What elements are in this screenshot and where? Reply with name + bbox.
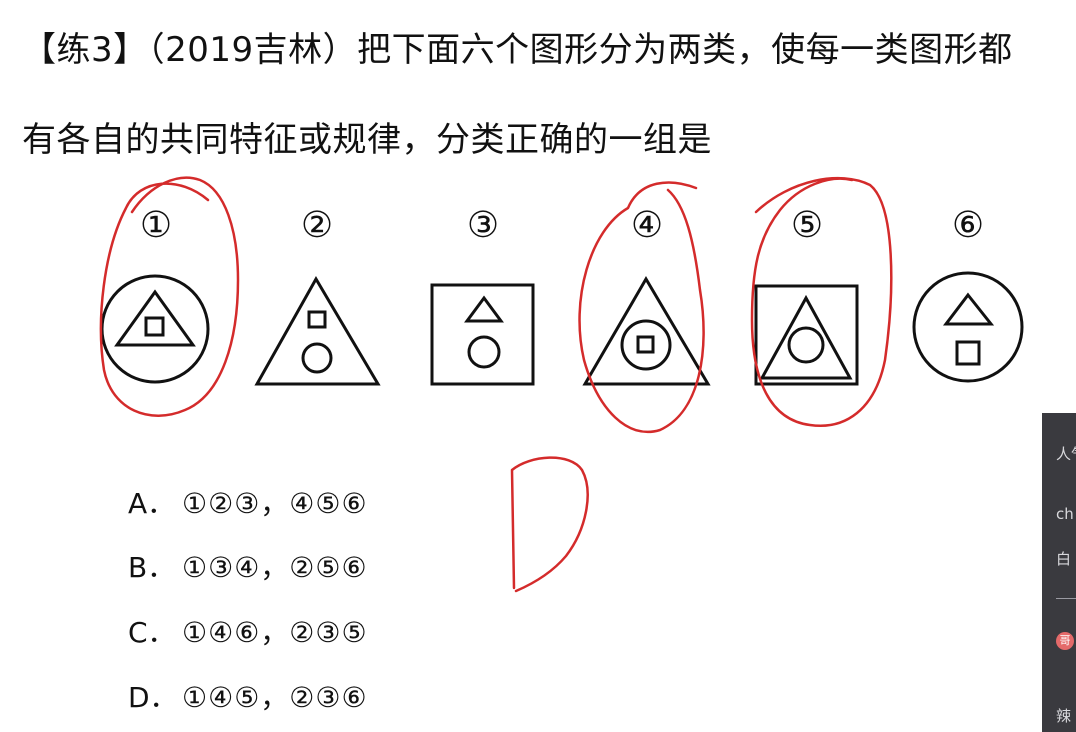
option-d-letter: D． — [128, 681, 178, 714]
option-c[interactable]: C． ①④⑥，②③⑤ — [128, 611, 368, 651]
figure-2 — [254, 275, 381, 386]
figure-6 — [912, 271, 1024, 383]
option-d[interactable]: D． ①④⑤，②③⑥ — [128, 676, 368, 716]
figure-5 — [754, 284, 859, 386]
annotation-circle-5 — [750, 176, 893, 427]
side-divider — [1056, 598, 1076, 599]
figure-1 — [100, 274, 210, 384]
side-panel[interactable]: 人气 ch 白 哥 辣 — [1042, 413, 1076, 732]
side-user-badge[interactable]: 哥 — [1056, 632, 1074, 650]
figure-3 — [430, 283, 535, 386]
option-b-text: ①③④，②⑤⑥ — [182, 551, 368, 584]
option-c-text: ①④⑥，②③⑤ — [182, 616, 368, 649]
side-item-la[interactable]: 辣 — [1056, 705, 1071, 726]
side-item-ch[interactable]: ch — [1056, 505, 1074, 523]
option-b-letter: B． — [128, 551, 176, 584]
side-item-popularity[interactable]: 人气 — [1056, 443, 1076, 464]
handwritten-answer-d — [510, 456, 589, 593]
option-a-text: ①②③，④⑤⑥ — [182, 487, 368, 520]
option-a[interactable]: A． ①②③，④⑤⑥ — [128, 482, 368, 522]
figure-4 — [582, 276, 711, 386]
option-a-letter: A． — [128, 487, 176, 520]
side-item-bai[interactable]: 白 — [1056, 548, 1071, 569]
option-c-letter: C． — [128, 616, 176, 649]
option-d-text: ①④⑤，②③⑥ — [182, 681, 368, 714]
annotation-circle-4 — [578, 181, 705, 434]
option-b[interactable]: B． ①③④，②⑤⑥ — [128, 546, 368, 586]
